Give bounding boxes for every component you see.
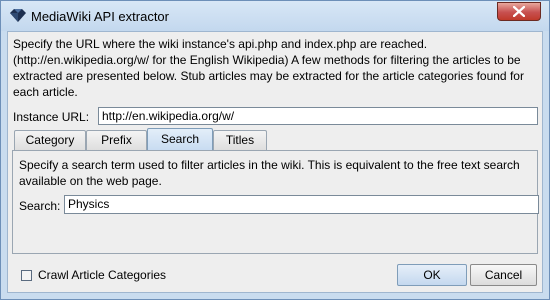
search-tab-panel: Specify a search term used to filter art…: [12, 150, 539, 254]
crawl-categories-checkbox[interactable]: [21, 270, 32, 281]
tab-prefix[interactable]: Prefix: [86, 130, 147, 150]
intro-description: Specify the URL where the wiki instance'…: [13, 37, 524, 99]
search-input[interactable]: Physics: [64, 195, 539, 214]
search-description: Specify a search term used to filter art…: [19, 158, 520, 188]
tab-search[interactable]: Search: [147, 128, 213, 151]
title-bar[interactable]: MediaWiki API extractor: [1, 1, 549, 31]
instance-url-label: Instance URL:: [13, 110, 90, 124]
crawl-categories-label: Crawl Article Categories: [38, 268, 167, 282]
tab-category[interactable]: Category: [14, 130, 86, 150]
method-tabs: Category Prefix Search Titles: [14, 128, 534, 151]
ok-button[interactable]: OK: [397, 264, 467, 286]
dialog-content: Specify the URL where the wiki instance'…: [7, 31, 543, 293]
cancel-button[interactable]: Cancel: [470, 264, 537, 286]
close-x-icon: [513, 6, 525, 17]
instance-url-input[interactable]: http://en.wikipedia.org/w/: [98, 107, 538, 125]
app-diamond-icon: [9, 9, 27, 23]
close-button[interactable]: [497, 2, 541, 21]
window-title: MediaWiki API extractor: [31, 9, 169, 24]
search-label: Search:: [19, 199, 61, 213]
tab-titles[interactable]: Titles: [213, 130, 267, 150]
dialog-window: MediaWiki API extractor Specify the URL …: [0, 0, 550, 300]
